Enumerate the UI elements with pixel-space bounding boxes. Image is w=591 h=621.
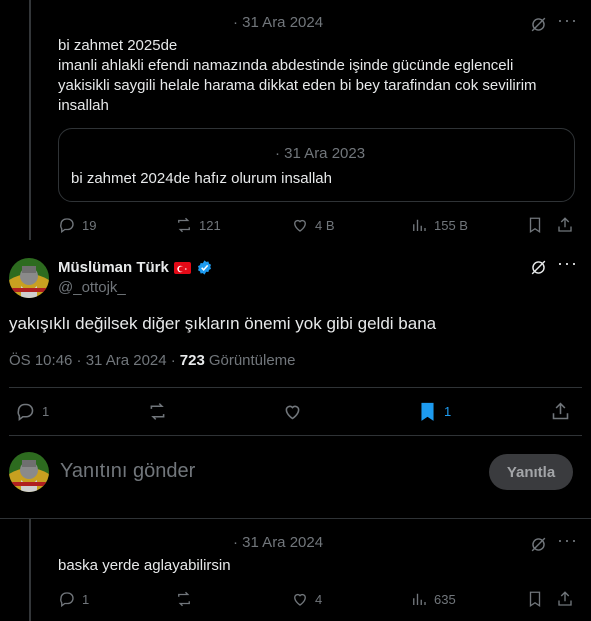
reply2-text: baska yerde aglayabilirsin (58, 557, 231, 574)
heart-icon (294, 593, 306, 606)
divider (9, 387, 582, 388)
share-icon (558, 217, 572, 232)
composer-avatar[interactable] (9, 452, 49, 492)
reply-button[interactable]: 1 (15, 401, 49, 422)
more-icon[interactable]: ··· (557, 530, 578, 551)
reply1-line: yakisikli saygili helale harama dikkat e… (58, 77, 537, 94)
reply-icon (60, 592, 74, 608)
reply-input[interactable]: Yanıtını gönder (60, 460, 195, 483)
views-count: 723 (179, 352, 205, 369)
bookmark-filled-icon (421, 402, 434, 421)
bookmark-button[interactable]: 1 (417, 401, 451, 422)
quote-date: · 31 Ara 2023 (275, 145, 366, 162)
reply1-line: bi zahmet 2025de (58, 37, 178, 54)
heart-icon (294, 219, 306, 232)
quoted-tweet[interactable]: · 31 Ara 2023 bi zahmet 2024de hafız olu… (58, 128, 575, 202)
like-button[interactable]: 4 B (291, 216, 335, 234)
tweet-meta: ÖS 10:46 · 31 Ara 2024 · 723 Görüntüleme (9, 352, 296, 369)
like-button[interactable]: 4 (291, 590, 322, 608)
share-icon (558, 591, 572, 606)
more-icon[interactable]: ··· (557, 253, 578, 274)
more-icon[interactable]: ··· (557, 10, 578, 31)
views-button[interactable]: 635 (410, 590, 456, 608)
share-button[interactable] (556, 216, 574, 234)
user-name: Müslüman Türk (58, 259, 169, 276)
reply-button[interactable]: 1 (58, 590, 89, 608)
grok-icon[interactable] (529, 535, 548, 559)
reply-count: 1 (82, 591, 90, 607)
divider (9, 435, 582, 436)
user-handle[interactable]: @_ottojk_ (58, 279, 126, 296)
repost-button[interactable] (147, 401, 168, 422)
like-count: 4 B (315, 217, 335, 233)
thread-line (29, 0, 31, 240)
share-icon (552, 402, 569, 420)
repost-button[interactable] (175, 590, 193, 608)
share-button[interactable] (550, 401, 571, 422)
bookmark-icon (529, 217, 541, 234)
reply-count: 1 (42, 404, 50, 419)
display-name[interactable]: Müslüman Türk (58, 259, 213, 276)
reply-icon (17, 403, 34, 421)
divider (0, 518, 591, 519)
reply1-line: insallah (58, 97, 109, 114)
reply-button[interactable]: 19 (58, 216, 96, 234)
share-button[interactable] (556, 590, 574, 608)
bookmark-icon (529, 591, 541, 608)
bookmark-count: 1 (444, 404, 452, 419)
quote-text: bi zahmet 2024de hafız olurum insallah (71, 170, 332, 187)
views-count: 635 (434, 591, 456, 607)
reply-submit-button[interactable]: Yanıtla (489, 454, 573, 490)
repost-icon (150, 403, 165, 420)
tweet-time[interactable]: ÖS 10:46 · 31 Ara 2024 · (9, 352, 176, 369)
repost-button[interactable]: 121 (175, 216, 221, 234)
grok-icon[interactable] (529, 258, 548, 282)
views-label: Görüntüleme (208, 352, 296, 369)
like-count: 4 (315, 591, 323, 607)
like-button[interactable] (282, 401, 303, 422)
repost-icon (178, 217, 190, 233)
reply1-date[interactable]: · 31 Ara 2024 (233, 14, 323, 31)
thread-line (29, 519, 31, 621)
reply-icon (60, 218, 74, 234)
verified-badge-icon (196, 259, 213, 276)
views-button[interactable]: 155 B (410, 216, 468, 234)
turkey-flag-icon (173, 261, 191, 274)
bookmark-button[interactable] (526, 590, 544, 608)
main-tweet-text: yakışıklı değilsek diğer şıkların önemi … (9, 314, 437, 333)
reply-count: 19 (82, 217, 97, 233)
views-icon (413, 219, 426, 231)
views-count: 155 B (434, 217, 468, 233)
avatar[interactable] (9, 258, 49, 298)
reply2-date[interactable]: · 31 Ara 2024 (233, 534, 323, 551)
reply1-text: bi zahmet 2025de imanli ahlakli efendi n… (58, 36, 578, 116)
reply1-line: imanli ahlakli efendi namazında abdestin… (58, 57, 514, 74)
repost-icon (178, 591, 190, 607)
views-icon (413, 593, 426, 605)
bookmark-button[interactable] (526, 216, 544, 234)
repost-count: 121 (199, 217, 221, 233)
heart-icon (285, 405, 300, 420)
